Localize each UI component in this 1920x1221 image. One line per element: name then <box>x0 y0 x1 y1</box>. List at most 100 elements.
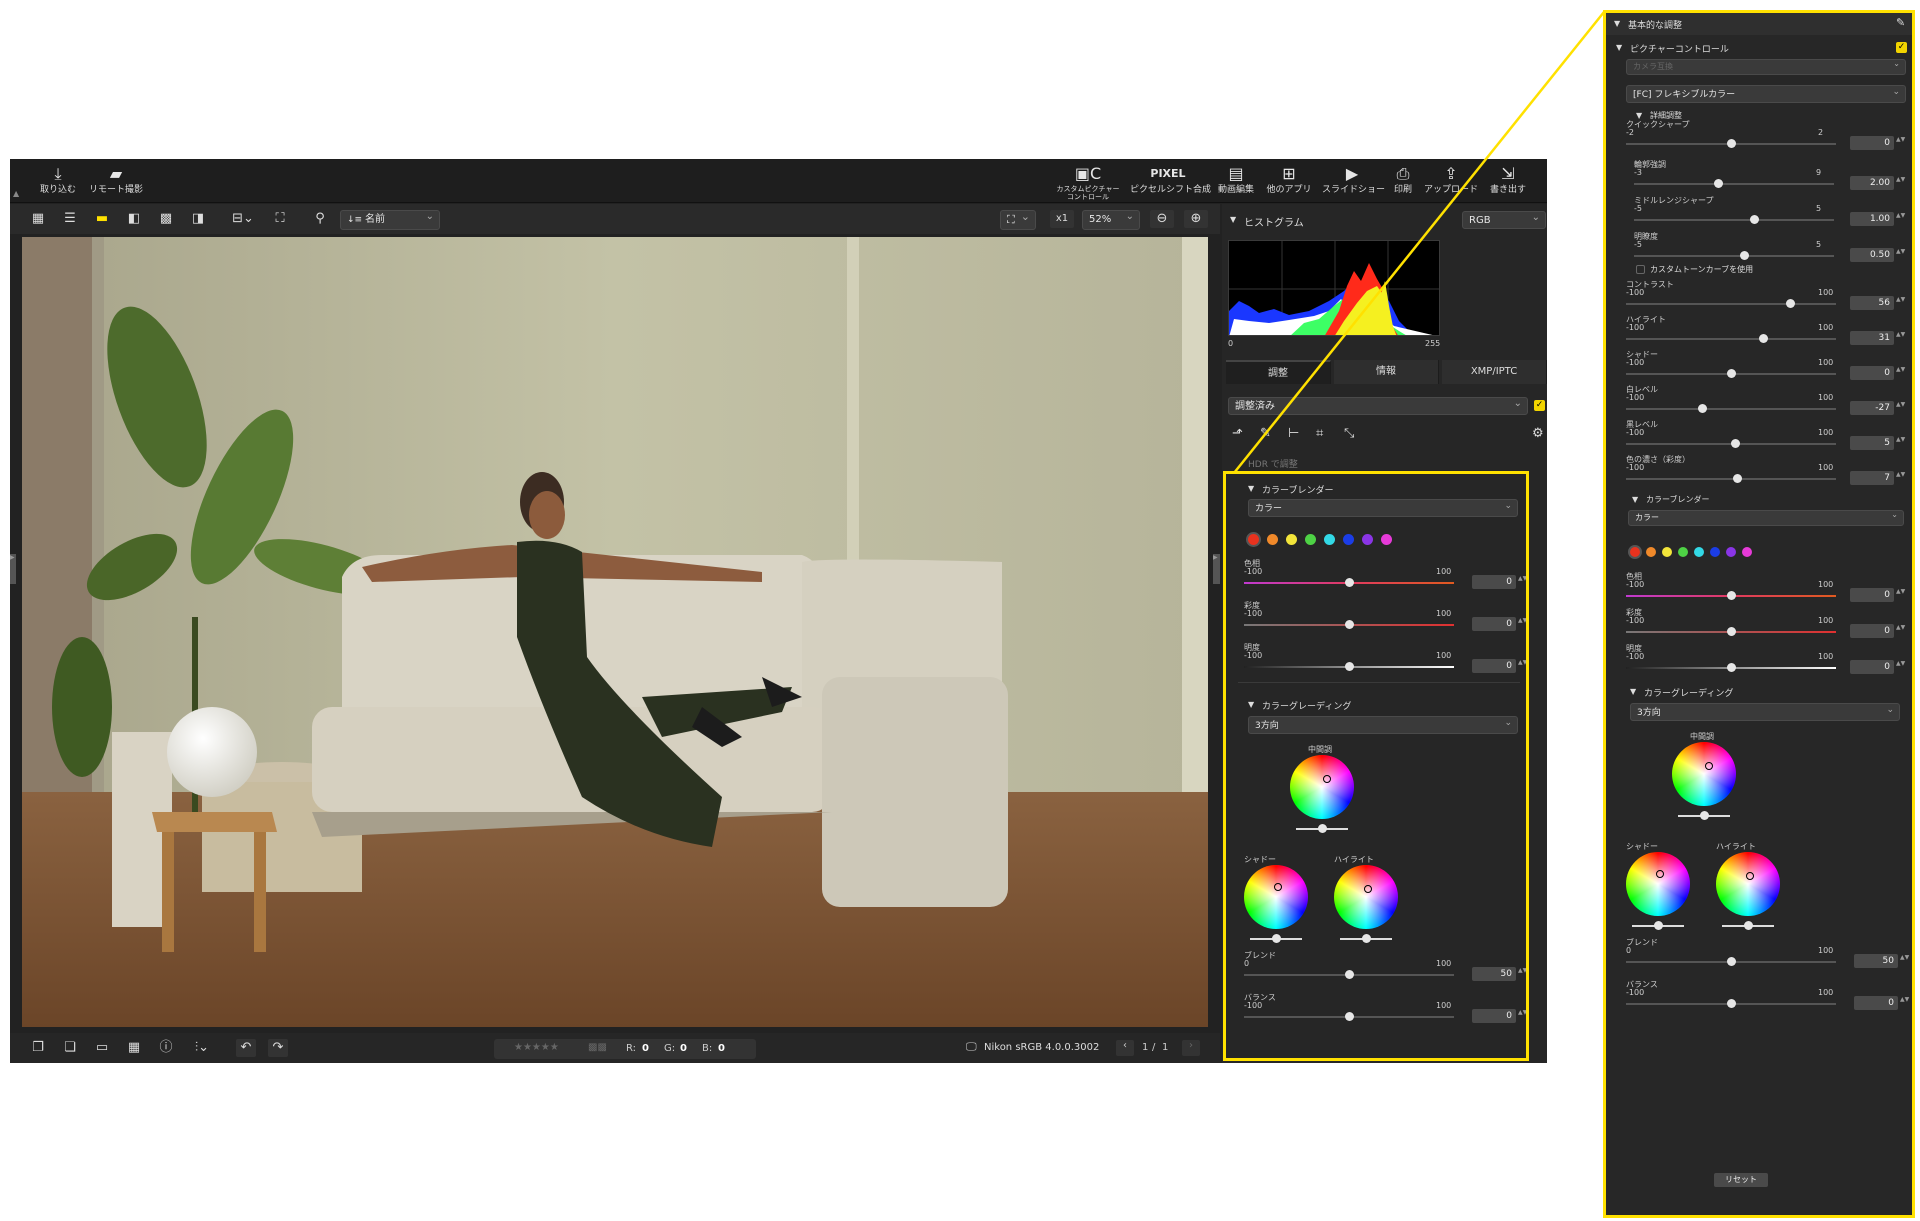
slider-track[interactable] <box>1626 404 1836 413</box>
slider-track[interactable] <box>1626 474 1836 483</box>
highlight-color-wheel[interactable] <box>1716 852 1780 916</box>
slider-max: 9 <box>1816 168 1822 177</box>
value-field[interactable]: 0 <box>1850 660 1894 674</box>
value-field[interactable]: 0 <box>1850 366 1894 380</box>
slider-track[interactable] <box>1626 663 1836 672</box>
slider-thumb[interactable] <box>1758 334 1768 343</box>
slider-track[interactable] <box>1626 139 1836 148</box>
midtone-luminance-slider[interactable] <box>1678 811 1730 820</box>
value-field[interactable]: 31 <box>1850 331 1894 345</box>
stepper-icon[interactable]: ▲▼ <box>1896 296 1905 311</box>
shadow-luminance-slider[interactable] <box>1632 921 1684 930</box>
shadow-color-wheel[interactable] <box>1626 852 1690 916</box>
slider-thumb[interactable] <box>1785 299 1795 308</box>
slider-track[interactable] <box>1626 999 1836 1008</box>
stepper-icon[interactable]: ▲▼ <box>1900 954 1909 969</box>
slider-track[interactable] <box>1626 627 1836 636</box>
color-blender-toggle-icon[interactable]: ▼ <box>1632 495 1638 504</box>
stepper-icon[interactable]: ▲▼ <box>1896 660 1905 675</box>
zoomed-adjustment-panel: ▼ 基本的な調整 ✎ ▼ ピクチャーコントロール ✓ カメラ互換 [FC] フレ… <box>1603 10 1915 1218</box>
stepper-icon[interactable]: ▲▼ <box>1896 136 1905 151</box>
slider-min: 0 <box>1626 946 1632 955</box>
color-swatch[interactable] <box>1646 547 1656 557</box>
slider-track[interactable] <box>1634 251 1834 260</box>
slider-thumb[interactable] <box>1733 474 1743 483</box>
value-field[interactable]: 50 <box>1854 954 1898 968</box>
slider-max: 2 <box>1818 128 1824 137</box>
slider-min: -100 <box>1626 652 1645 661</box>
slider-thumb[interactable] <box>1727 663 1736 672</box>
slider-min: -3 <box>1634 168 1642 177</box>
slider-thumb[interactable] <box>1727 627 1736 636</box>
slider-max: 100 <box>1818 988 1834 997</box>
value-field[interactable]: 5 <box>1850 436 1894 450</box>
value-field[interactable]: 1.00 <box>1850 212 1894 226</box>
custom-curve-label: カスタムトーンカーブを使用 <box>1650 265 1754 274</box>
slider-thumb[interactable] <box>1714 179 1723 188</box>
stepper-icon[interactable]: ▲▼ <box>1896 331 1905 346</box>
slider-track[interactable] <box>1634 215 1834 224</box>
color-swatch[interactable] <box>1710 547 1720 557</box>
slider-thumb[interactable] <box>1727 369 1736 378</box>
highlight-wheel-cursor[interactable] <box>1746 872 1754 880</box>
color-grading-toggle-icon[interactable]: ▼ <box>1630 687 1636 696</box>
slider-thumb[interactable] <box>1727 957 1736 966</box>
stepper-icon[interactable]: ▲▼ <box>1896 401 1905 416</box>
slider-thumb[interactable] <box>1740 251 1749 260</box>
slider-track[interactable] <box>1626 957 1836 966</box>
stepper-icon[interactable]: ▲▼ <box>1896 366 1905 381</box>
stepper-icon[interactable]: ▲▼ <box>1896 248 1905 263</box>
stepper-icon[interactable]: ▲▼ <box>1896 212 1905 227</box>
value-field[interactable]: 0 <box>1850 136 1894 150</box>
custom-curve-checkbox[interactable] <box>1636 265 1645 274</box>
stepper-icon[interactable]: ▲▼ <box>1896 624 1905 639</box>
slider-track[interactable] <box>1626 439 1836 448</box>
slider-thumb[interactable] <box>1750 215 1759 224</box>
stepper-icon[interactable]: ▲▼ <box>1896 176 1905 191</box>
slider-max: 100 <box>1818 946 1834 955</box>
slider-thumb[interactable] <box>1727 999 1736 1008</box>
value-field[interactable]: -27 <box>1850 401 1894 415</box>
slider-thumb[interactable] <box>1744 921 1753 930</box>
slider-thumb[interactable] <box>1727 139 1736 148</box>
color-grading-mode-select[interactable]: 3方向 <box>1630 701 1900 721</box>
slider-label: ミドルレンジシャープ <box>1634 196 1714 205</box>
midtone-wheel-cursor[interactable] <box>1705 762 1713 770</box>
color-swatch[interactable] <box>1662 547 1672 557</box>
stepper-icon[interactable]: ▲▼ <box>1896 588 1905 603</box>
value-field[interactable]: 0.50 <box>1850 248 1894 262</box>
slider-min: -100 <box>1626 463 1645 472</box>
color-swatch[interactable] <box>1694 547 1704 557</box>
reset-button[interactable]: リセット <box>1714 1173 1768 1187</box>
slider-thumb[interactable] <box>1697 404 1707 413</box>
slider-min: -100 <box>1626 288 1645 297</box>
slider-thumb[interactable] <box>1731 439 1741 448</box>
color-swatch[interactable] <box>1630 547 1640 557</box>
slider-track[interactable] <box>1626 591 1836 600</box>
slider-thumb[interactable] <box>1727 591 1736 600</box>
value-field[interactable]: 7 <box>1850 471 1894 485</box>
color-blender-mode-select[interactable]: カラー <box>1628 508 1904 526</box>
stepper-icon[interactable]: ▲▼ <box>1896 471 1905 486</box>
shadow-label: シャドー <box>1626 842 1658 851</box>
value-field[interactable]: 0 <box>1850 588 1894 602</box>
stepper-icon[interactable]: ▲▼ <box>1900 996 1909 1011</box>
color-swatch[interactable] <box>1726 547 1736 557</box>
slider-max: 100 <box>1818 288 1834 297</box>
slider-track[interactable] <box>1626 299 1836 308</box>
slider-track[interactable] <box>1626 369 1836 378</box>
color-swatch[interactable] <box>1678 547 1688 557</box>
midtone-color-wheel[interactable] <box>1672 742 1736 806</box>
slider-track[interactable] <box>1626 334 1836 343</box>
stepper-icon[interactable]: ▲▼ <box>1896 436 1905 451</box>
highlight-luminance-slider[interactable] <box>1722 921 1774 930</box>
shadow-wheel-cursor[interactable] <box>1656 870 1664 878</box>
slider-track[interactable] <box>1634 179 1834 188</box>
value-field[interactable]: 2.00 <box>1850 176 1894 190</box>
color-swatch[interactable] <box>1742 547 1752 557</box>
value-field[interactable]: 0 <box>1854 996 1898 1010</box>
value-field[interactable]: 0 <box>1850 624 1894 638</box>
slider-thumb[interactable] <box>1700 811 1709 820</box>
value-field[interactable]: 56 <box>1850 296 1894 310</box>
slider-thumb[interactable] <box>1654 921 1663 930</box>
